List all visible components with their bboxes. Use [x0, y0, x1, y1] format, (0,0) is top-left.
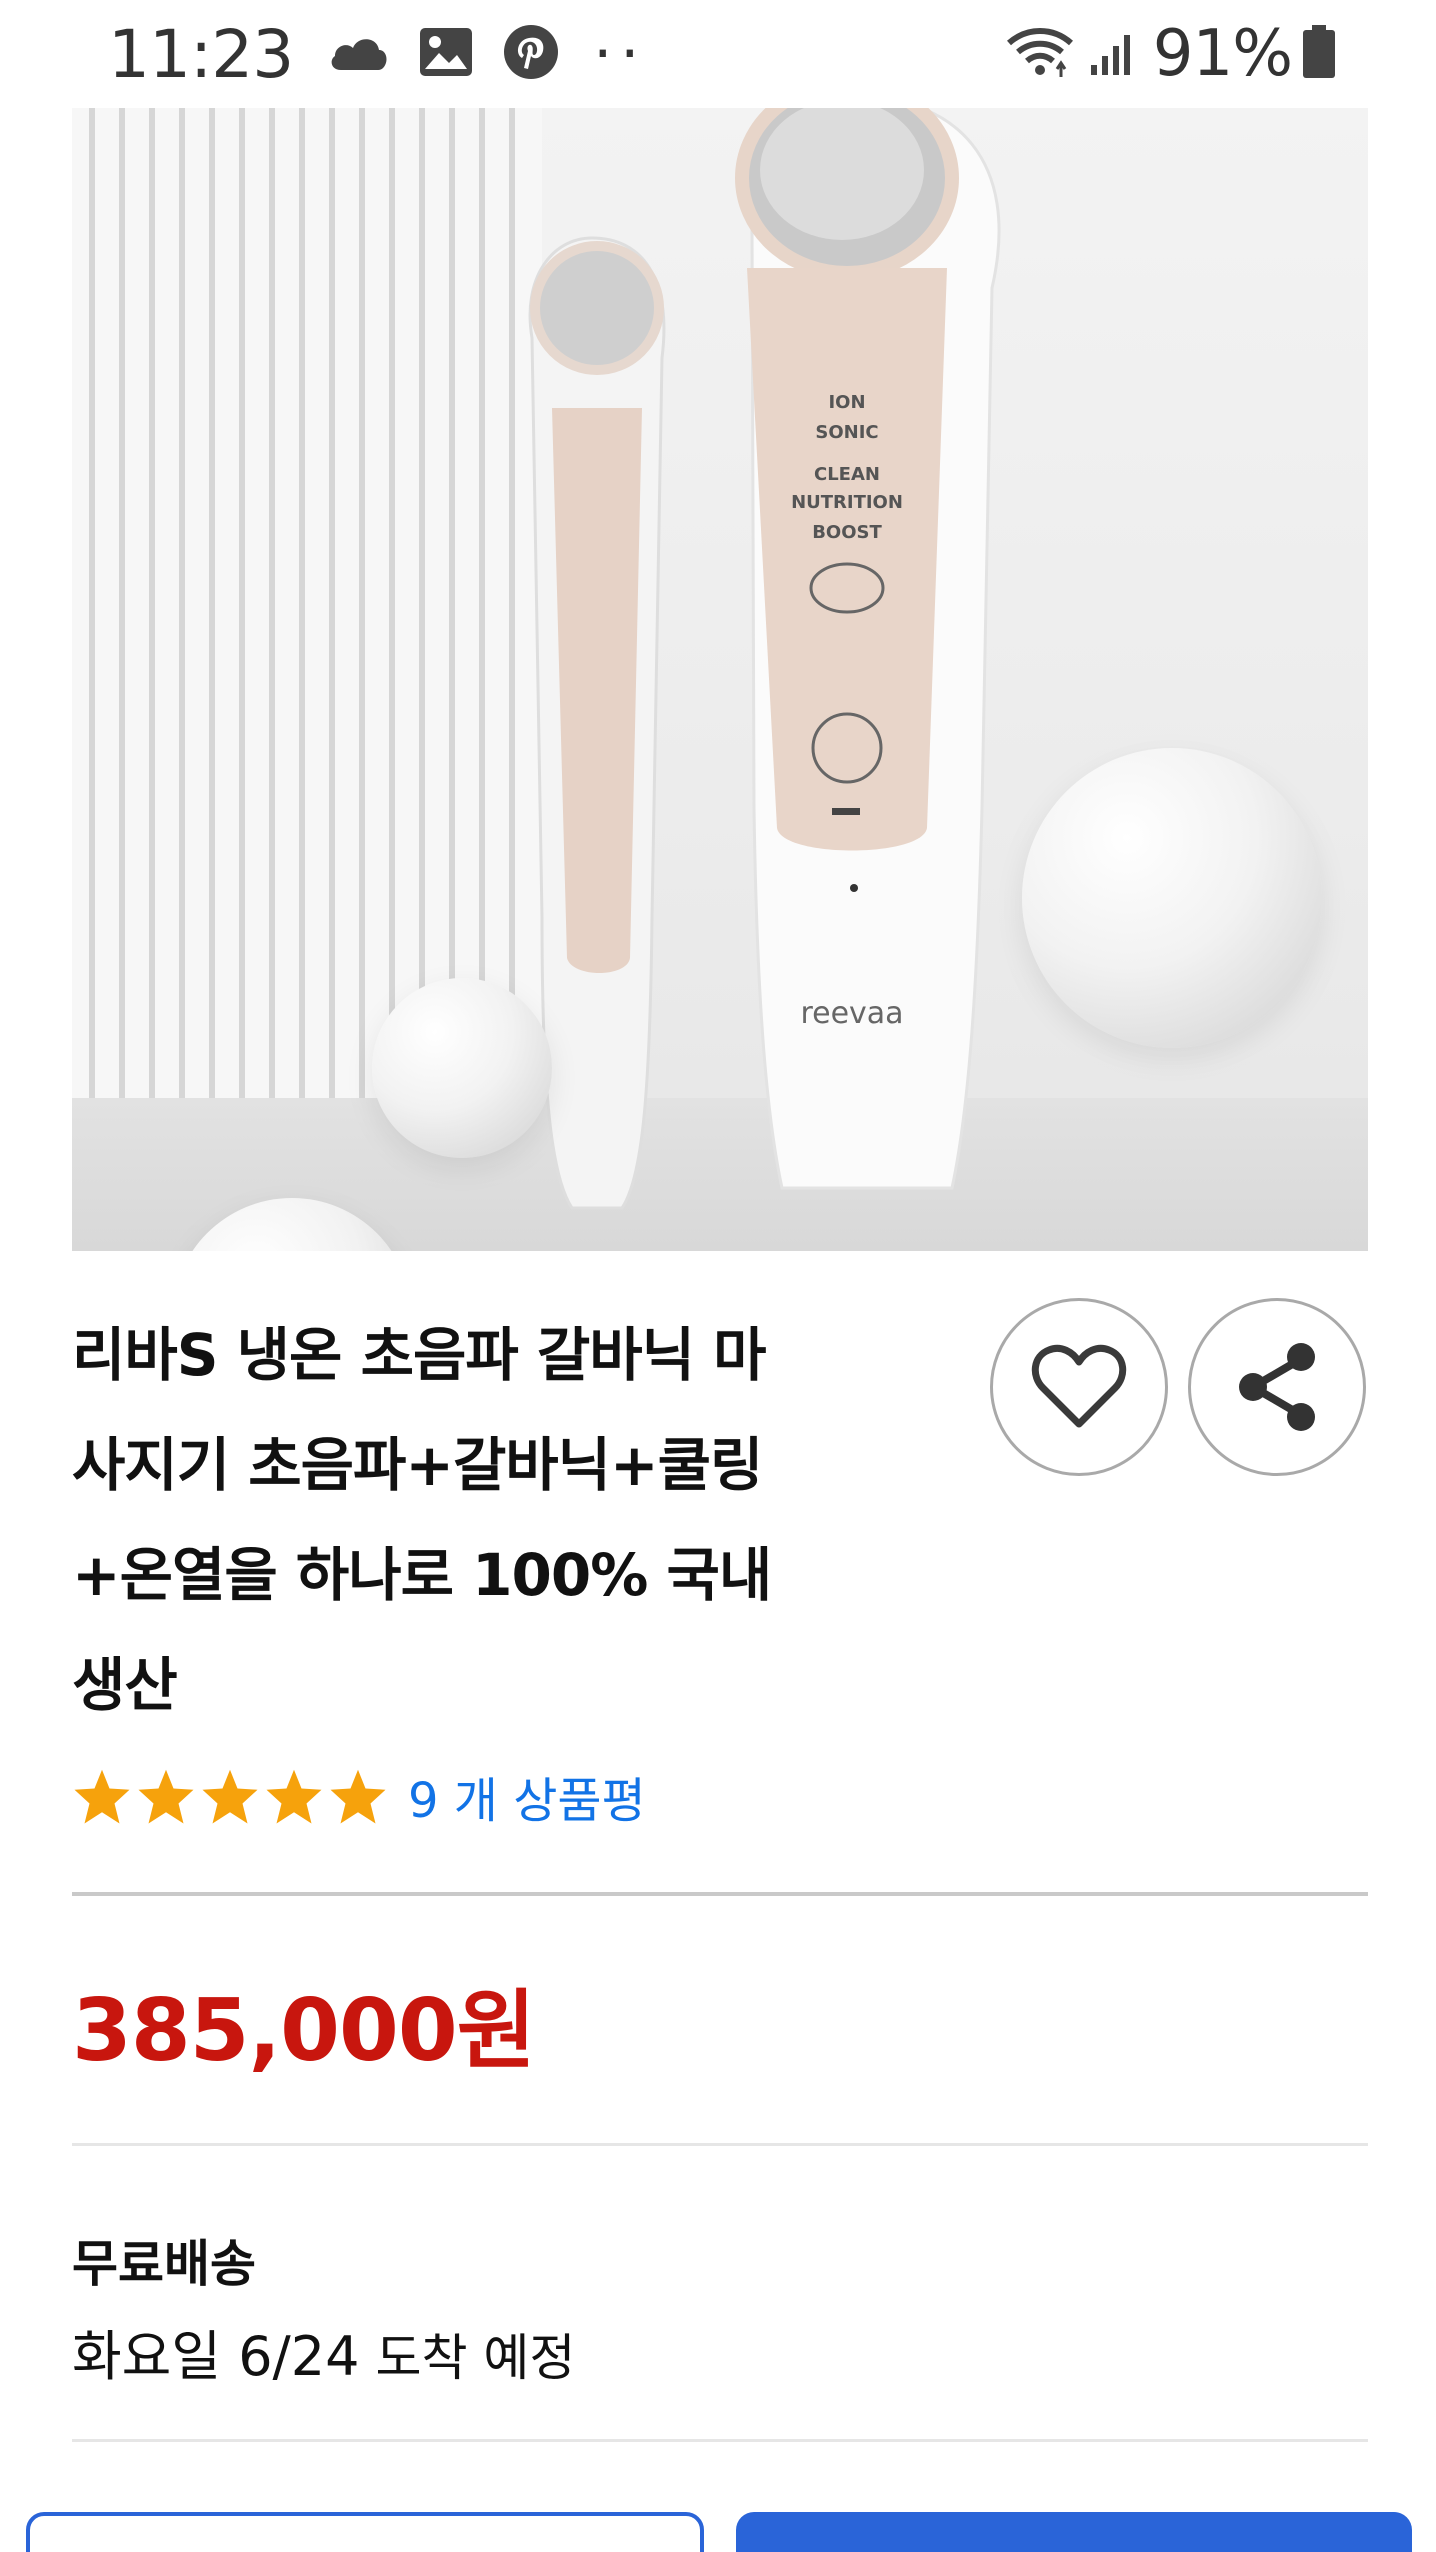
pinterest-icon — [503, 24, 559, 84]
svg-text:SONIC: SONIC — [815, 422, 878, 443]
star-icon — [202, 1769, 258, 1824]
product-detail-page: 11:23 ·· 91% ION SONIC CLEAN NUTRITION B… — [0, 0, 1436, 2552]
buy-now-button[interactable] — [736, 2512, 1412, 2552]
status-bar: 11:23 ·· 91% — [0, 0, 1436, 108]
product-title-line: 사지기 초음파+갈바닉+쿨링 — [72, 1431, 763, 1499]
signal-icon — [1089, 27, 1139, 81]
delivery-note: 도착 예정 — [375, 2329, 576, 2387]
add-to-cart-button[interactable] — [26, 2512, 704, 2552]
svg-text:BOOST: BOOST — [812, 522, 882, 543]
star-rating — [72, 1767, 388, 1825]
star-icon — [138, 1769, 194, 1824]
more-notifications-indicator: ·· — [593, 19, 648, 89]
delivery-date: 화요일 6/24 — [72, 2325, 360, 2388]
product-title-line: +온열을 하나로 100% 국내 — [72, 1541, 772, 1609]
status-bar-right: 91% — [1005, 17, 1336, 91]
cloud-icon — [327, 32, 389, 76]
delivery-estimate: 화요일 6/24 도착 예정 — [72, 2312, 575, 2391]
product-price: 385,000원 — [72, 1981, 536, 2081]
status-time: 11:23 — [108, 15, 294, 93]
shipping-type: 무료배송 — [72, 2235, 256, 2293]
svg-text:reevaa: reevaa — [800, 996, 903, 1031]
svg-text:ION: ION — [828, 392, 865, 413]
share-icon — [1239, 1343, 1315, 1431]
divider — [72, 2143, 1368, 2146]
wishlist-button[interactable] — [990, 1298, 1168, 1476]
share-button[interactable] — [1188, 1298, 1366, 1476]
status-bar-left: 11:23 ·· — [108, 16, 647, 93]
svg-text:NUTRITION: NUTRITION — [791, 492, 903, 513]
divider — [72, 1892, 1368, 1896]
product-image-carousel[interactable]: ION SONIC CLEAN NUTRITION BOOST reevaa — [72, 108, 1368, 1251]
star-icon — [266, 1769, 322, 1824]
heart-icon — [1031, 1344, 1127, 1428]
product-title-line: 리바S 냉온 초음파 갈바닉 마 — [72, 1321, 767, 1389]
glass-sphere-left — [372, 978, 552, 1158]
battery-percent: 91% — [1152, 17, 1293, 91]
product-title-line: 생산 — [72, 1651, 178, 1719]
divider — [72, 2439, 1368, 2442]
star-icon — [330, 1769, 386, 1824]
star-icon — [74, 1769, 130, 1824]
glass-sphere-right — [1022, 748, 1322, 1048]
rating-row: 9 개 상품평 — [72, 1760, 646, 1832]
svg-text:CLEAN: CLEAN — [814, 464, 880, 485]
image-icon — [419, 27, 473, 81]
product-title: 리바S 냉온 초음파 갈바닉 마 사지기 초음파+갈바닉+쿨링 +온열을 하나로… — [72, 1300, 912, 1740]
review-count-link[interactable]: 9 개 상품평 — [408, 1761, 646, 1831]
battery-icon — [1302, 25, 1336, 83]
wifi-icon — [1005, 25, 1075, 83]
device-front-image: ION SONIC CLEAN NUTRITION BOOST reevaa — [735, 108, 1001, 1190]
